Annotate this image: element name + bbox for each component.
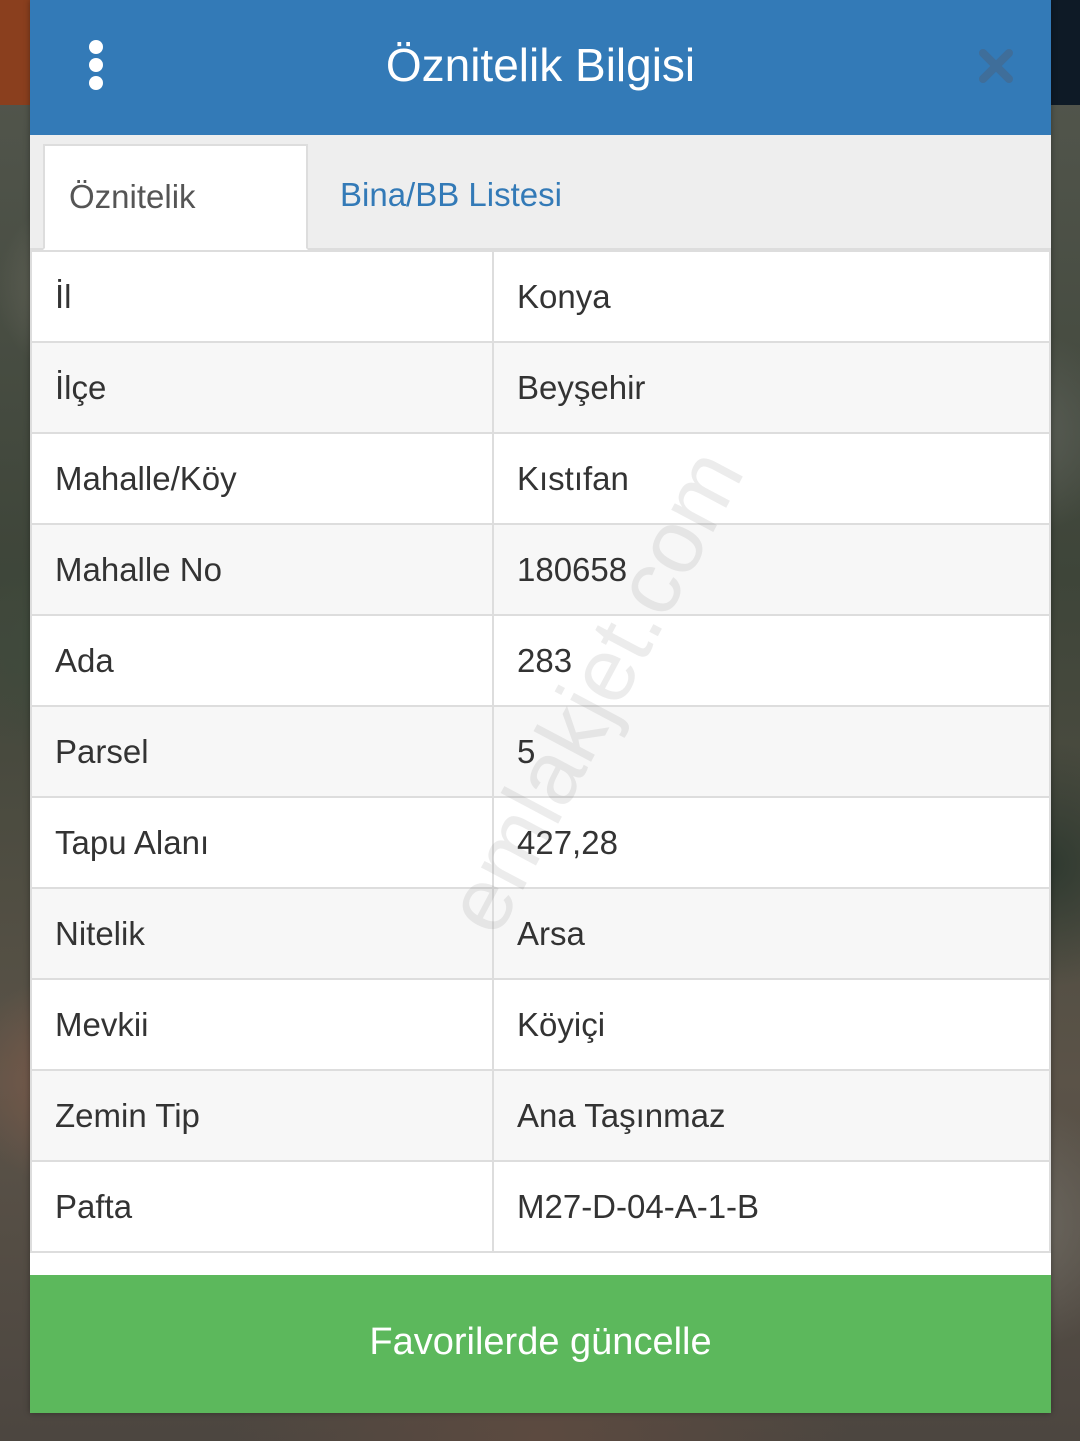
modal-title: Öznitelik Bilgisi <box>385 39 696 91</box>
update-favorites-button[interactable]: Favorilerde güncelle <box>30 1275 1051 1413</box>
table-row: Zemin Tip Ana Taşınmaz <box>30 1069 1051 1162</box>
tab-building-list[interactable]: Bina/BB Listesi <box>316 144 586 250</box>
attribute-key: Nitelik <box>30 887 494 980</box>
tab-attribute-info[interactable]: Öznitelik Bilgisi <box>43 144 308 317</box>
table-row: Mahalle/Köy Kıstıfan <box>30 432 1051 525</box>
attribute-info-modal: Öznitelik Bilgisi Öznitelik Bilgisi Bina… <box>30 0 1051 1413</box>
close-icon[interactable] <box>976 46 1016 86</box>
attribute-value: 5 <box>492 705 1051 798</box>
attribute-value: Kıstıfan <box>492 432 1051 525</box>
table-row: Nitelik Arsa <box>30 887 1051 980</box>
table-row: Mevkii Köyiçi <box>30 978 1051 1071</box>
attribute-key: Mevkii <box>30 978 494 1071</box>
table-row: Pafta M27-D-04-A-1-B <box>30 1160 1051 1253</box>
attribute-value: 427,28 <box>492 796 1051 889</box>
attribute-key: İl <box>30 250 494 343</box>
attribute-key: İlçe <box>30 341 494 434</box>
map-edge-left <box>0 0 30 105</box>
map-edge-right <box>1050 0 1080 105</box>
attribute-value: 180658 <box>492 523 1051 616</box>
attribute-value: Ana Taşınmaz <box>492 1069 1051 1162</box>
table-row: İl Konya <box>30 250 1051 343</box>
attribute-value: Köyiçi <box>492 978 1051 1071</box>
attribute-value: Beyşehir <box>492 341 1051 434</box>
attribute-key: Pafta <box>30 1160 494 1253</box>
attribute-key: Zemin Tip <box>30 1069 494 1162</box>
attribute-key: Tapu Alanı <box>30 796 494 889</box>
table-row: Mahalle No 180658 <box>30 523 1051 616</box>
attribute-value: Arsa <box>492 887 1051 980</box>
table-row: Parsel 5 <box>30 705 1051 798</box>
tab-strip: Öznitelik Bilgisi Bina/BB Listesi <box>30 135 1051 317</box>
attribute-value: 283 <box>492 614 1051 707</box>
attribute-key: Parsel <box>30 705 494 798</box>
attribute-value: M27-D-04-A-1-B <box>492 1160 1051 1253</box>
table-row: Tapu Alanı 427,28 <box>30 796 1051 889</box>
attribute-key: Ada <box>30 614 494 707</box>
attribute-key: Mahalle/Köy <box>30 432 494 525</box>
attribute-value: Konya <box>492 250 1051 343</box>
attribute-table: İl Konya İlçe Beyşehir Mahalle/Köy Kıstıfan Ma… <box>30 250 1051 1253</box>
table-row: Ada 283 <box>30 614 1051 707</box>
modal-header: Öznitelik Bilgisi <box>30 0 1051 135</box>
table-row: İlçe Beyşehir <box>30 341 1051 434</box>
attribute-key: Mahalle No <box>30 523 494 616</box>
